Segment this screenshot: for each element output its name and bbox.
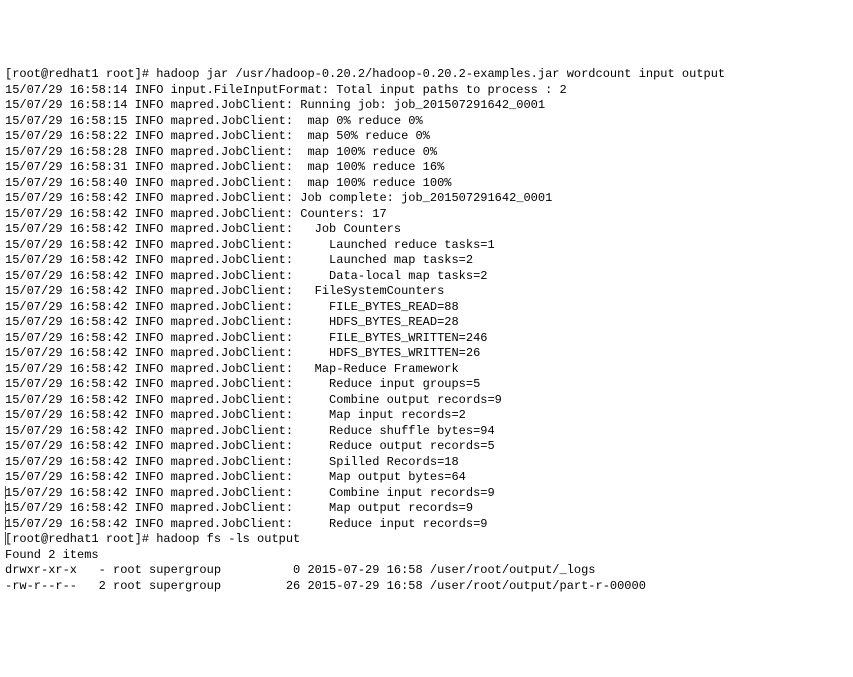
ls-output-line: -rw-r--r-- 2 root supergroup 26 2015-07-… — [5, 579, 848, 595]
log-line: 15/07/29 16:58:42 INFO mapred.JobClient:… — [5, 222, 848, 238]
log-line: 15/07/29 16:58:42 INFO mapred.JobClient:… — [5, 253, 848, 269]
log-line: 15/07/29 16:58:42 INFO mapred.JobClient:… — [5, 362, 848, 378]
log-line: 15/07/29 16:58:42 INFO mapred.JobClient:… — [5, 377, 848, 393]
log-line: 15/07/29 16:58:42 INFO mapred.JobClient:… — [5, 269, 848, 285]
command-prompt-1: [root@redhat1 root]# hadoop jar /usr/had… — [5, 67, 848, 83]
log-line: 15/07/29 16:58:42 INFO mapred.JobClient:… — [5, 424, 848, 440]
log-line: 15/07/29 16:58:22 INFO mapred.JobClient:… — [5, 129, 848, 145]
log-line: 15/07/29 16:58:42 INFO mapred.JobClient:… — [5, 439, 848, 455]
log-line: 15/07/29 16:58:42 INFO mapred.JobClient:… — [5, 331, 848, 347]
log-line: 15/07/29 16:58:42 INFO mapred.JobClient:… — [5, 300, 848, 316]
log-line: 15/07/29 16:58:42 INFO mapred.JobClient:… — [5, 238, 848, 254]
log-line: 15/07/29 16:58:42 INFO mapred.JobClient:… — [5, 486, 495, 500]
log-line: 15/07/29 16:58:42 INFO mapred.JobClient:… — [5, 393, 848, 409]
log-line: 15/07/29 16:58:42 INFO mapred.JobClient:… — [5, 501, 473, 515]
log-line: 15/07/29 16:58:15 INFO mapred.JobClient:… — [5, 114, 848, 130]
command-prompt-2: [root@redhat1 root]# hadoop fs -ls outpu… — [5, 532, 300, 546]
log-line: 15/07/29 16:58:31 INFO mapred.JobClient:… — [5, 160, 848, 176]
log-line: 15/07/29 16:58:42 INFO mapred.JobClient:… — [5, 470, 848, 486]
log-line: 15/07/29 16:58:40 INFO mapred.JobClient:… — [5, 176, 848, 192]
log-line: 15/07/29 16:58:42 INFO mapred.JobClient:… — [5, 284, 848, 300]
found-items: Found 2 items — [5, 548, 848, 564]
log-line: 15/07/29 16:58:14 INFO mapred.JobClient:… — [5, 98, 848, 114]
log-line: 15/07/29 16:58:42 INFO mapred.JobClient:… — [5, 517, 487, 531]
log-line: 15/07/29 16:58:14 INFO input.FileInputFo… — [5, 83, 848, 99]
log-line: 15/07/29 16:58:28 INFO mapred.JobClient:… — [5, 145, 848, 161]
ls-output-line: drwxr-xr-x - root supergroup 0 2015-07-2… — [5, 563, 848, 579]
log-line: 15/07/29 16:58:42 INFO mapred.JobClient:… — [5, 455, 848, 471]
log-line: 15/07/29 16:58:42 INFO mapred.JobClient:… — [5, 191, 848, 207]
log-line: 15/07/29 16:58:42 INFO mapred.JobClient:… — [5, 315, 848, 331]
log-line: 15/07/29 16:58:42 INFO mapred.JobClient:… — [5, 207, 848, 223]
log-line: 15/07/29 16:58:42 INFO mapred.JobClient:… — [5, 346, 848, 362]
log-line: 15/07/29 16:58:42 INFO mapred.JobClient:… — [5, 408, 848, 424]
